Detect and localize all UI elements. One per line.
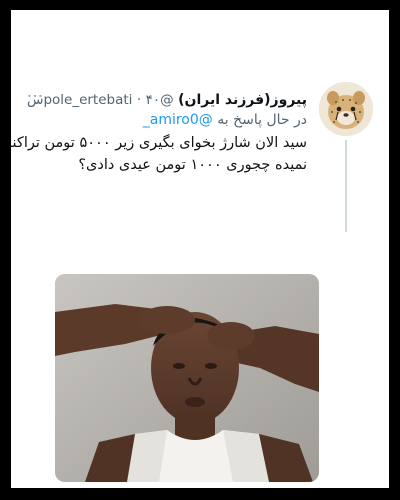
tweet-text-line: نمیده چجوری ۱۰۰۰ تومن عیدی دادی؟ (78, 157, 307, 173)
tweet-text: سید الان شارژ بخوای بگیری زیر ۵۰۰۰ تومن … (11, 132, 307, 176)
screenshot-frame: پیروز(فرزند ایران) @pole_ertebati · ۴۰س … (11, 10, 389, 488)
tweet-header: پیروز(فرزند ایران) @pole_ertebati · ۴۰س (27, 90, 307, 110)
replying-to-mention[interactable]: @amiro0_ (143, 112, 213, 128)
tweet[interactable]: پیروز(فرزند ایران) @pole_ertebati · ۴۰س … (11, 82, 373, 482)
reaction-photo-image (55, 274, 319, 482)
more-vertical-icon: ⋮ (26, 88, 45, 103)
avatar[interactable] (319, 82, 373, 136)
replying-to-label: در حال پاسخ به (217, 112, 307, 128)
thread-connector-line (345, 140, 347, 232)
more-options-button[interactable]: ⋮ (26, 88, 45, 108)
tweet-media-image[interactable] (55, 274, 319, 482)
cheetah-avatar-icon (319, 82, 373, 136)
tweet-text-line: سید الان شارژ بخوای بگیری زیر ۵۰۰۰ تومن … (11, 135, 307, 151)
separator-dot: · (136, 92, 142, 108)
replying-to-line: در حال پاسخ به @amiro0_ (27, 110, 307, 130)
display-name[interactable]: پیروز(فرزند ایران) (178, 92, 307, 108)
